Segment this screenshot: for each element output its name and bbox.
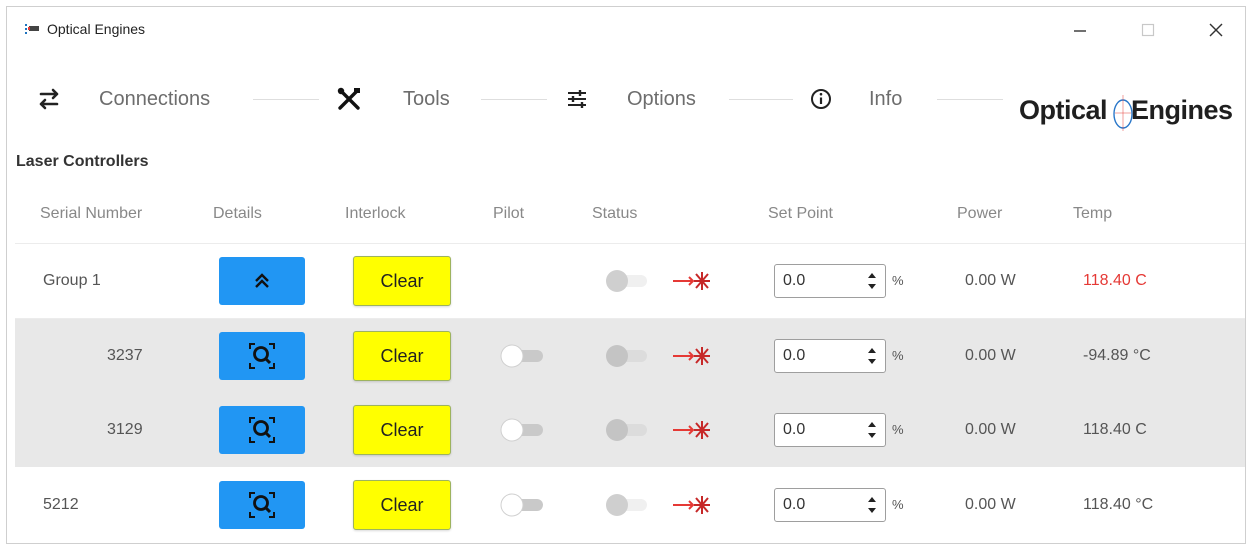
table-row: 5212 Clear % 0.00 W 118.40 °C	[15, 468, 1245, 542]
column-header-pilot: Pilot	[493, 205, 525, 222]
zoom-icon	[249, 492, 275, 518]
spinner-arrows-icon[interactable]	[865, 493, 879, 517]
column-header-details: Details	[213, 205, 262, 222]
minimize-icon	[1074, 30, 1086, 32]
window-title: Optical Engines	[47, 21, 146, 37]
info-icon	[811, 89, 831, 109]
app-window: Optical Engines Connections Tools Option…	[6, 6, 1246, 544]
details-button[interactable]	[219, 406, 305, 454]
toolbar-connections[interactable]: Connections	[35, 71, 210, 127]
set-point-input[interactable]	[783, 418, 853, 442]
interlock-clear-button[interactable]: Clear	[353, 331, 451, 381]
toolbar-options[interactable]: Options	[563, 71, 696, 127]
section-title: Laser Controllers	[16, 153, 149, 170]
toolbar-tools-label: Tools	[403, 87, 450, 110]
toolbar-divider	[937, 99, 1003, 100]
set-point-unit: %	[892, 348, 904, 363]
toolbar-divider	[481, 99, 547, 100]
main-toolbar: Connections Tools Options Info	[7, 71, 1007, 127]
serial-number: 5212	[43, 496, 79, 513]
logo-text-engines: Engines	[1131, 95, 1233, 125]
set-point-spinner[interactable]	[774, 413, 886, 447]
temperature-value: 118.40 C	[1083, 272, 1147, 289]
interlock-clear-button[interactable]: Clear	[353, 256, 451, 306]
logo-text-optical: Optical	[1019, 95, 1108, 125]
column-header-interlock: Interlock	[345, 205, 406, 222]
serial-number: 3237	[107, 347, 143, 364]
spinner-arrows-icon[interactable]	[865, 269, 879, 293]
status-indicator	[606, 270, 647, 292]
laser-off-icon	[673, 496, 710, 514]
power-value: 0.00 W	[965, 496, 1016, 513]
status-indicator	[606, 494, 647, 516]
serial-number: 3129	[107, 421, 143, 438]
maximize-icon	[1141, 23, 1155, 37]
maximize-button[interactable]	[1125, 13, 1171, 47]
spinner-arrows-icon[interactable]	[865, 418, 879, 442]
serial-number: Group 1	[43, 272, 101, 289]
toolbar-divider	[729, 99, 793, 100]
pilot-toggle[interactable]	[499, 344, 547, 368]
set-point-unit: %	[892, 273, 904, 288]
laser-off-icon	[673, 347, 710, 365]
toolbar-options-label: Options	[627, 87, 696, 110]
power-value: 0.00 W	[965, 421, 1016, 438]
table-row: Group 1 Clear % 0.00 W 118.40 C	[15, 244, 1245, 318]
details-button[interactable]	[219, 332, 305, 380]
power-value: 0.00 W	[965, 347, 1016, 364]
minimize-button[interactable]	[1057, 13, 1103, 47]
temperature-value: 118.40 C	[1083, 421, 1147, 438]
set-point-input[interactable]	[783, 493, 853, 517]
column-header-serial: Serial Number	[40, 205, 143, 222]
toolbar-tools[interactable]: Tools	[335, 71, 450, 127]
column-header-temp: Temp	[1073, 205, 1113, 222]
spinner-arrows-icon[interactable]	[865, 344, 879, 368]
set-point-unit: %	[892, 497, 904, 512]
set-point-input[interactable]	[783, 269, 853, 293]
toolbar-divider	[253, 99, 319, 100]
table-row: 3129 Clear % 0.00 W 118.40 C	[15, 393, 1245, 467]
set-point-unit: %	[892, 422, 904, 437]
app-icon	[25, 24, 39, 34]
zoom-icon	[249, 343, 275, 369]
set-point-spinner[interactable]	[774, 488, 886, 522]
set-point-spinner[interactable]	[774, 264, 886, 298]
pilot-toggle[interactable]	[499, 493, 547, 517]
connections-icon	[39, 88, 59, 110]
temperature-value: 118.40 °C	[1083, 496, 1154, 513]
set-point-spinner[interactable]	[774, 339, 886, 373]
pilot-toggle[interactable]	[499, 418, 547, 442]
toolbar-info-label: Info	[869, 87, 903, 110]
power-value: 0.00 W	[965, 272, 1016, 289]
laser-off-icon	[673, 421, 710, 439]
toolbar-connections-label: Connections	[99, 87, 211, 110]
laser-off-icon	[673, 272, 710, 290]
set-point-input[interactable]	[783, 344, 853, 368]
column-header-set-point: Set Point	[768, 205, 833, 222]
collapse-up-icon	[255, 273, 269, 288]
zoom-icon	[249, 417, 275, 443]
status-indicator	[606, 345, 647, 367]
tools-icon	[337, 87, 360, 110]
brand-logo: Optical Engines	[1019, 93, 1233, 133]
table-row: 3237 Clear % 0.00 W -94.89 °C	[15, 319, 1245, 393]
interlock-clear-button[interactable]: Clear	[353, 480, 451, 530]
close-button[interactable]	[1193, 13, 1239, 47]
title-bar: Optical Engines	[7, 7, 1245, 53]
close-icon	[1209, 23, 1223, 37]
interlock-clear-button[interactable]: Clear	[353, 405, 451, 455]
column-header-power: Power	[957, 205, 1003, 222]
column-header-status: Status	[592, 205, 638, 222]
toolbar-info[interactable]: Info	[807, 71, 902, 127]
collapse-group-button[interactable]	[219, 257, 305, 305]
temperature-value: -94.89 °C	[1083, 347, 1151, 364]
sliders-icon	[568, 90, 586, 108]
status-indicator	[606, 419, 647, 441]
details-button[interactable]	[219, 481, 305, 529]
